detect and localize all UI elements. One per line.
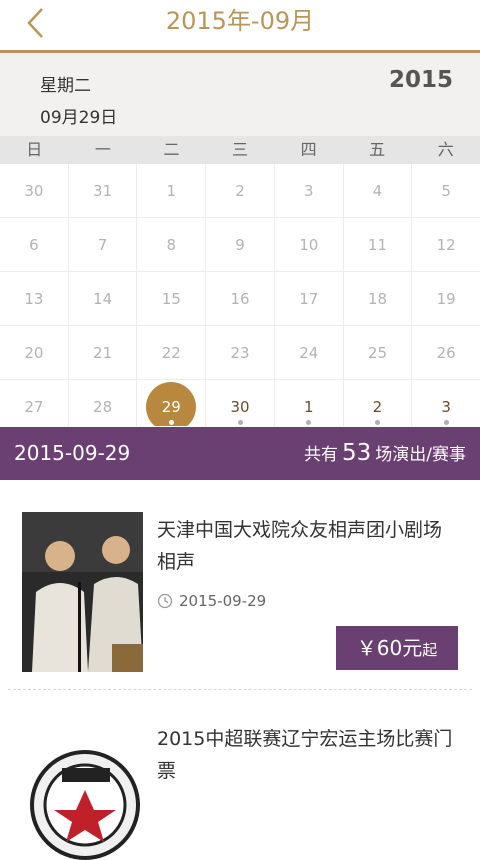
- calendar-day[interactable]: 20: [0, 326, 69, 380]
- calendar-day[interactable]: 1: [137, 164, 207, 218]
- event-title: 天津中国大戏院众友相声团小剧场相声: [157, 519, 443, 573]
- event-dot: [306, 420, 312, 425]
- top-header: 2015年-09月: [0, 0, 480, 53]
- calendar-day[interactable]: 10: [274, 218, 344, 272]
- page-title: 2015年-09月: [165, 7, 315, 35]
- event-dot: [237, 420, 243, 425]
- calendar-day[interactable]: 7: [68, 218, 138, 272]
- calendar-day[interactable]: 3: [412, 380, 480, 426]
- calendar-day[interactable]: 27: [0, 380, 69, 426]
- selected-weekday: 星期二: [40, 76, 91, 96]
- calendar-day[interactable]: 13: [0, 272, 69, 326]
- weekday-mon: 一: [94, 140, 111, 159]
- calendar-day[interactable]: 22: [137, 326, 207, 380]
- calendar-row: 27 28 29 30 1 2 3: [0, 380, 480, 426]
- calendar-day[interactable]: 30: [206, 380, 275, 426]
- event-dot: [374, 420, 380, 425]
- calendar-day[interactable]: 8: [137, 218, 207, 272]
- calendar-day[interactable]: 2: [344, 380, 413, 426]
- calendar-day[interactable]: 1: [275, 380, 344, 426]
- calendar-day[interactable]: 25: [343, 326, 413, 380]
- calendar-grid: 30 31 1 2 3 4 5 6 7 8 9 10 11 12 13 14 1…: [0, 164, 480, 426]
- calendar-day[interactable]: 4: [343, 164, 413, 218]
- summary-number: 53: [341, 440, 372, 466]
- weekday-tue: 二: [163, 140, 180, 159]
- weekday-sun: 日: [26, 140, 43, 159]
- event-thumbnail: [22, 512, 143, 672]
- event-date: 2015-09-29: [179, 592, 267, 610]
- calendar-day[interactable]: 3: [274, 164, 344, 218]
- weekday-wed: 三: [232, 140, 249, 159]
- price-button[interactable]: ￥60元起: [336, 626, 458, 670]
- clock-icon: [157, 593, 173, 609]
- event-date-row: 2015-09-29: [157, 592, 266, 610]
- calendar-day[interactable]: 5: [412, 164, 480, 218]
- event-title: 2015中超联赛辽宁宏运主场比赛门票: [157, 728, 453, 782]
- calendar-row: 20 21 22 23 24 25 26: [0, 326, 480, 380]
- calendar-day[interactable]: 18: [343, 272, 413, 326]
- selected-year: 2015: [388, 67, 453, 93]
- event-divider: [8, 689, 472, 690]
- calendar-row: 13 14 15 16 17 18 19: [0, 272, 480, 326]
- calendar-day[interactable]: 11: [343, 218, 413, 272]
- event-item[interactable]: 天津中国大戏院众友相声团小剧场相声 2015-09-29 ￥60元起: [0, 480, 480, 690]
- weekday-header: 日 一 二 三 四 五 六: [0, 136, 480, 164]
- calendar-day[interactable]: 31: [68, 164, 138, 218]
- calendar-day[interactable]: 12: [412, 218, 480, 272]
- summary-prefix: 共有: [303, 445, 338, 465]
- calendar-day[interactable]: 24: [274, 326, 344, 380]
- price-text: ￥60元: [356, 636, 423, 660]
- club-logo: [30, 750, 140, 860]
- calendar-day[interactable]: 6: [0, 218, 69, 272]
- calendar-day[interactable]: 16: [206, 272, 275, 326]
- calendar-day[interactable]: 9: [206, 218, 275, 272]
- calendar-row: 30 31 1 2 3 4 5: [0, 164, 480, 218]
- weekday-sat: 六: [437, 140, 454, 159]
- calendar-day[interactable]: 2: [206, 164, 275, 218]
- summary-bar: 2015-09-29 共有 53 场演出/赛事: [0, 427, 480, 480]
- selected-date-panel: 星期二 09月29日 2015: [0, 53, 480, 136]
- calendar-day[interactable]: 23: [206, 326, 275, 380]
- calendar-day[interactable]: 28: [69, 380, 138, 426]
- weekday-fri: 五: [369, 140, 386, 159]
- summary-date: 2015-09-29: [14, 441, 131, 465]
- summary-suffix: 场演出/赛事: [375, 445, 466, 465]
- weekday-thu: 四: [300, 140, 317, 159]
- summary-count: 共有 53 场演出/赛事: [304, 427, 466, 482]
- calendar-day[interactable]: 19: [412, 272, 480, 326]
- calendar-day[interactable]: 15: [137, 272, 207, 326]
- event-dot: [168, 420, 174, 425]
- calendar-day-selected[interactable]: 29: [137, 380, 207, 426]
- selected-date: 09月29日: [40, 108, 118, 128]
- event-dot: [443, 420, 449, 425]
- calendar-day[interactable]: 30: [0, 164, 69, 218]
- calendar-day[interactable]: 21: [68, 326, 138, 380]
- calendar-day[interactable]: 17: [274, 272, 344, 326]
- price-suffix: 起: [422, 641, 438, 659]
- calendar-day[interactable]: 14: [68, 272, 138, 326]
- calendar-day[interactable]: 26: [412, 326, 480, 380]
- calendar-row: 6 7 8 9 10 11 12: [0, 218, 480, 272]
